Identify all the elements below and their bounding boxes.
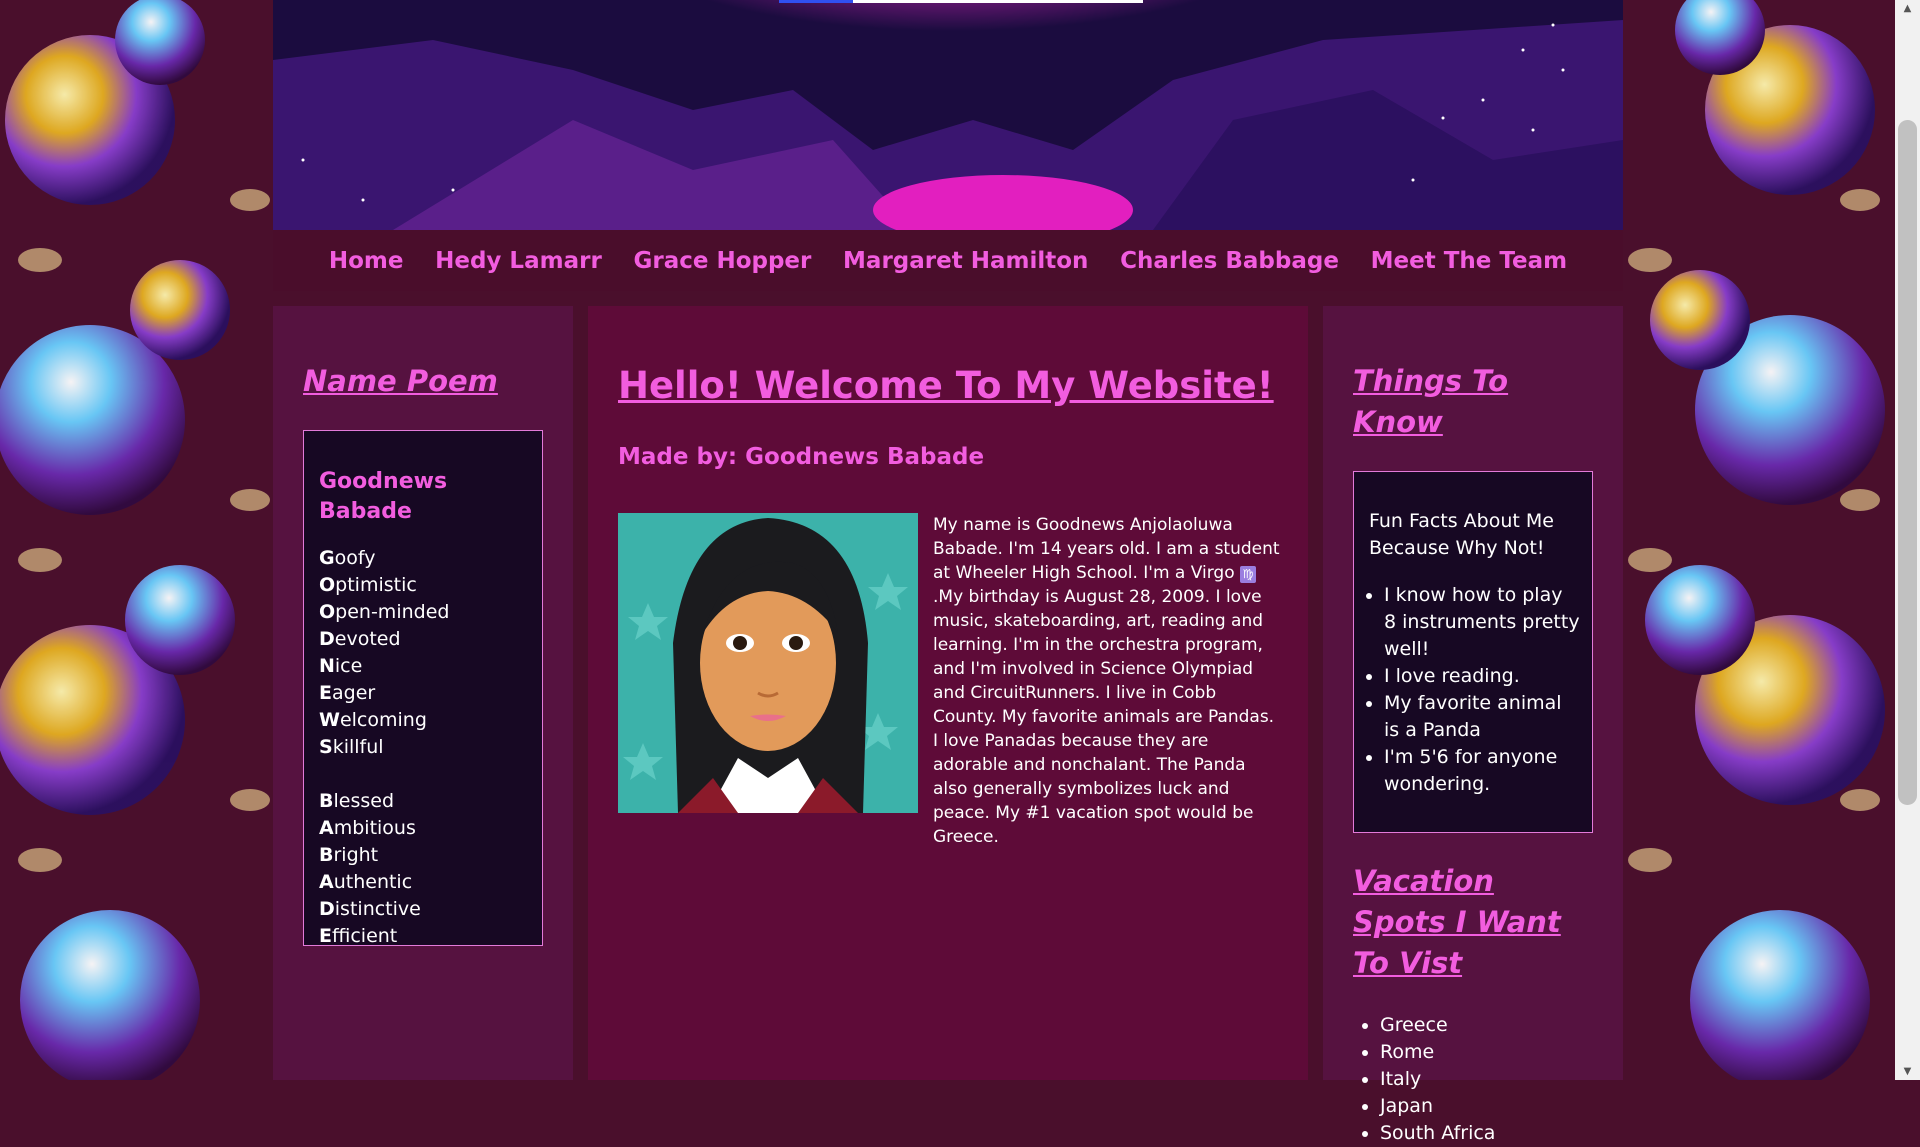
poem-word-rest: uthentic [333, 871, 413, 893]
poem-line: Efficient [319, 923, 542, 950]
list-item: My favorite animal is a Panda [1384, 690, 1580, 744]
poem-initial: B [319, 790, 334, 812]
poem-line: Authentic [319, 869, 542, 896]
nav-grace-hopper[interactable]: Grace Hopper [633, 248, 811, 274]
poem-line: Skillful [319, 734, 542, 761]
poem-last-name-lines: Blessed Ambitious Bright Authentic Distincti… [319, 788, 542, 950]
poem-initial: E [319, 682, 332, 704]
poem-initial: W [319, 709, 340, 731]
list-item: I know how to play 8 instruments pretty … [1384, 582, 1580, 663]
poem-line: Blessed [319, 788, 542, 815]
poem-title: Goodnews Babade [319, 469, 448, 524]
name-poem-heading: Name Poem [303, 364, 498, 398]
main-content: Hello! Welcome To My Website! Made by: G… [588, 306, 1308, 1080]
fun-facts-list: I know how to play 8 instruments pretty … [1369, 582, 1580, 798]
poem-line: Distinctive [319, 896, 542, 923]
poem-word-rest: killful [332, 736, 384, 758]
nav-meet-the-team[interactable]: Meet The Team [1371, 248, 1567, 274]
poem-line: Goofy [319, 545, 542, 572]
bio-text-part2: .My birthday is August 28, 2009. I love … [933, 587, 1275, 847]
fun-facts-intro: Fun Facts About Me Because Why Not! [1369, 510, 1554, 559]
poem-initial: A [319, 871, 334, 893]
page-title: Hello! Welcome To My Website! [618, 364, 1274, 407]
header-banner-image [273, 0, 1623, 230]
things-to-know-heading: Things To Know [1353, 364, 1509, 439]
poem-line: Welcoming [319, 707, 542, 734]
poem-word-rest: ptimistic [335, 574, 417, 596]
avatar-illustration [618, 513, 918, 813]
poem-line: Nice [319, 653, 542, 680]
list-item: Rome [1380, 1039, 1593, 1066]
poem-word-rest: elcoming [339, 709, 427, 731]
poem-word-rest: ager [331, 682, 376, 704]
name-poem-box: Goodnews Babade Goofy Optimistic Open-mind… [303, 430, 543, 947]
poem-word-rest: oofy [334, 547, 376, 569]
scroll-down-icon[interactable]: ▼ [1895, 1063, 1920, 1080]
bio-text-part1: My name is Goodnews Anjolaoluwa Babade. … [933, 515, 1280, 583]
scrollbar-thumb[interactable] [1898, 120, 1917, 805]
poem-initial: D [319, 898, 335, 920]
poem-initial: S [319, 736, 333, 758]
nav-margaret-hamilton[interactable]: Margaret Hamilton [843, 248, 1088, 274]
poem-first-name-lines: Goofy Optimistic Open-minded Devoted Nice Eag… [319, 545, 542, 761]
author-byline: Made by: Goodnews Babade [618, 444, 985, 470]
left-sidebar: Name Poem Goodnews Babade Goofy Optimisti… [273, 306, 573, 1080]
bio-paragraph: My name is Goodnews Anjolaoluwa Babade. … [933, 513, 1283, 849]
poem-line: Devoted [319, 626, 542, 653]
banner-top-bar [779, 0, 1143, 3]
nav-hedy-lamarr[interactable]: Hedy Lamarr [435, 248, 602, 274]
poem-initial: O [319, 574, 336, 596]
poem-word-rest: lessed [333, 790, 395, 812]
page-container: Home Hedy Lamarr Grace Hopper Margaret H… [273, 0, 1623, 1144]
poem-word-rest: fficient [331, 925, 398, 947]
poem-word-rest: istinctive [334, 898, 421, 920]
list-item: I'm 5'6 for anyone wondering. [1384, 744, 1580, 798]
fun-facts-box: Fun Facts About Me Because Why Not! I kn… [1353, 471, 1593, 833]
poem-line: Optimistic [319, 572, 542, 599]
scroll-up-icon[interactable]: ▲ [1895, 0, 1920, 17]
poem-word-rest: evoted [334, 628, 401, 650]
right-sidebar: Things To Know Fun Facts About Me Becaus… [1323, 306, 1623, 1144]
poem-initial: O [319, 601, 336, 623]
poem-word-rest: pen-minded [335, 601, 450, 623]
poem-line: Bright [319, 842, 542, 869]
list-item: Greece [1380, 1012, 1593, 1039]
virgo-emoji-icon: ♍ [1240, 566, 1257, 583]
poem-initial: D [319, 628, 335, 650]
poem-line: Eager [319, 680, 542, 707]
poem-word-rest: ice [334, 655, 363, 677]
poem-line: Open-minded [319, 599, 542, 626]
poem-initial: B [319, 844, 334, 866]
main-navigation: Home Hedy Lamarr Grace Hopper Margaret H… [273, 230, 1623, 291]
nav-charles-babbage[interactable]: Charles Babbage [1120, 248, 1339, 274]
poem-line: Ambitious [319, 815, 542, 842]
poem-initial: N [319, 655, 335, 677]
poem-initial: G [319, 547, 335, 569]
vacation-spots-heading: Vacation Spots I Want To Vist [1353, 864, 1561, 980]
list-item: Japan [1380, 1093, 1593, 1120]
poem-initial: A [319, 817, 334, 839]
poem-word-rest: mbitious [333, 817, 416, 839]
list-item: I love reading. [1384, 663, 1580, 690]
poem-word-rest: right [333, 844, 379, 866]
list-item: South Africa [1380, 1120, 1593, 1147]
nav-home[interactable]: Home [329, 248, 404, 274]
poem-initial: E [319, 925, 332, 947]
